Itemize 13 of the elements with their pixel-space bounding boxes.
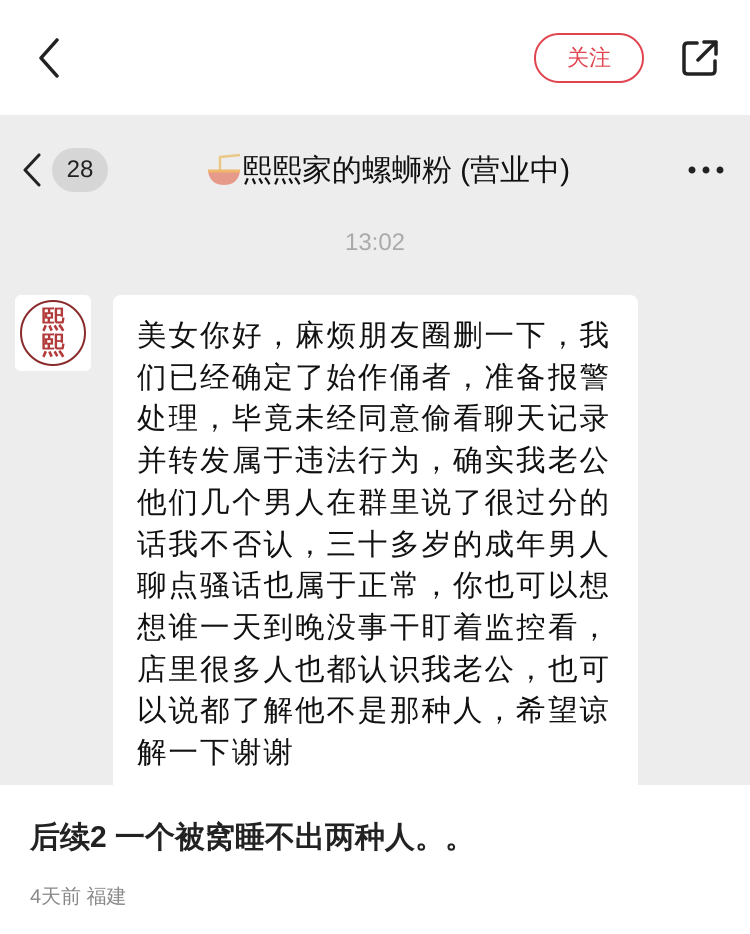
back-icon (22, 153, 42, 187)
message-text: 美女你好，麻烦朋友圈删一下，我们已经确定了始作俑者，准备报警处理，毕竟未经同意偷看聊天记录并转发属于违法行为，确实我老公他们几个男人在群里说了很过分的话我不否认，三十多岁的成年男人聊点骚话也属于正常，你也可以想想谁一天到晚没事干盯着监控看，店里很多人也都认识我老公，也可以说都了解他不是那种人，希望谅解一下谢谢 (137, 318, 612, 772)
follow-button[interactable]: 关注 (534, 32, 644, 82)
back-icon[interactable] (38, 38, 60, 78)
share-icon[interactable] (680, 38, 720, 78)
more-icon[interactable] (688, 166, 724, 174)
noodle-bowl-icon (206, 153, 242, 187)
avatar-logo-text: 熙熙 (41, 306, 65, 360)
post-title: 后续2 一个被窝睡不出两种人。。 (30, 820, 476, 856)
chat-title: 熙熙家的螺蛳粉 (营业中) (242, 152, 570, 188)
unread-badge: 28 (52, 148, 108, 192)
message-time: 13:02 (344, 228, 406, 258)
post-meta: 4天前 福建 (30, 885, 128, 910)
